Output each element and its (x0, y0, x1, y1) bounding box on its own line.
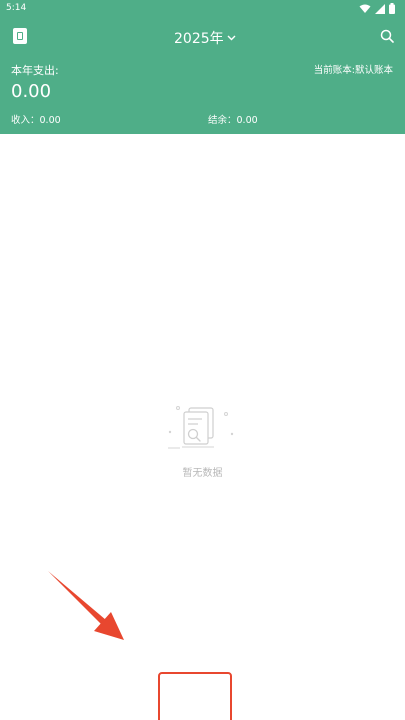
status-bar: 5:14 (0, 0, 405, 18)
expense-value: 0.00 (11, 81, 52, 102)
year-label: 2025年 (174, 31, 224, 47)
current-book-label[interactable]: 当前账本:默认账本 (314, 62, 393, 76)
search-icon[interactable] (380, 29, 394, 43)
signal-icon (375, 3, 385, 14)
highlight-box-annotation (158, 672, 232, 720)
header: 2025年 本年支出: 当前账本:默认账本 0.00 收入：0.00 结余：0.… (0, 18, 405, 134)
arrow-annotation (48, 571, 124, 640)
income-label: 收入：0.00 (11, 115, 61, 126)
battery-icon (389, 3, 395, 14)
balance-label: 结余：0.00 (208, 115, 258, 126)
status-icons (359, 3, 395, 14)
year-selector[interactable]: 2025年 (174, 28, 236, 48)
expense-label: 本年支出: (11, 64, 59, 77)
wifi-icon (359, 4, 371, 13)
empty-state-text: 暂无数据 (182, 468, 223, 479)
ledger-icon[interactable] (13, 28, 27, 44)
status-time: 5:14 (6, 3, 27, 13)
empty-document-icon (168, 406, 234, 449)
chevron-down-icon (227, 35, 236, 41)
